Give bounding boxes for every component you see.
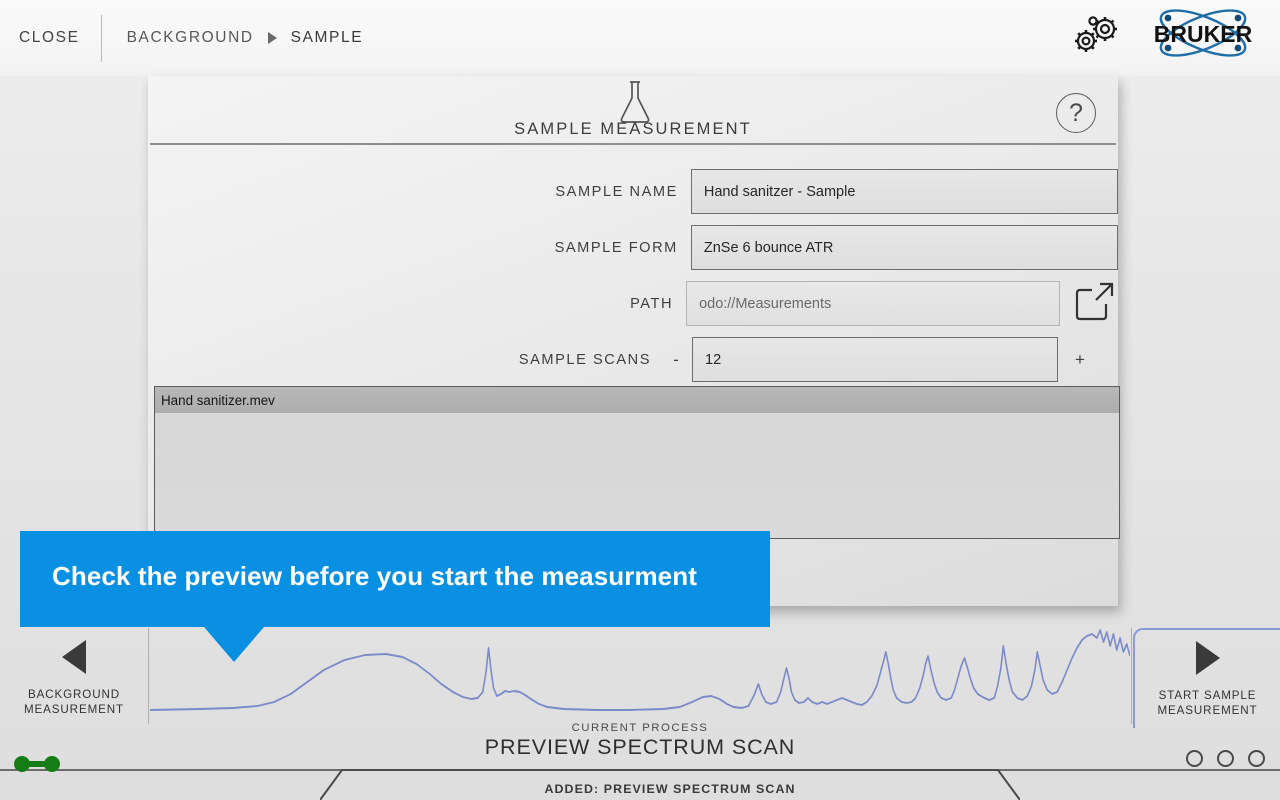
path-label: PATH xyxy=(148,296,686,312)
row-sample-scans: SAMPLE SCANS - 12 + xyxy=(148,336,1118,383)
sample-form-input[interactable]: ZnSe 6 bounce ATR xyxy=(691,225,1118,270)
row-sample-name: SAMPLE NAME Hand sanitzer - Sample xyxy=(148,168,1118,215)
current-process-value: PREVIEW SPECTRUM SCAN xyxy=(0,735,1280,760)
arrow-left-icon xyxy=(62,640,86,674)
spectrum-trace xyxy=(150,630,1130,710)
nav-divider-left xyxy=(148,628,149,724)
external-link-icon[interactable] xyxy=(1070,278,1118,329)
panel-header: SAMPLE MEASUREMENT ? xyxy=(148,76,1118,146)
play-icon xyxy=(1196,641,1220,675)
gears-icon[interactable] xyxy=(1071,14,1123,63)
start-sample-measurement-button[interactable]: START SAMPLE MEASUREMENT xyxy=(1133,628,1280,728)
top-bar-right: BRUKER xyxy=(1071,0,1280,76)
tooltip-text: Check the preview before you start the m… xyxy=(20,531,770,592)
current-process-block: CURRENT PROCESS PREVIEW SPECTRUM SCAN xyxy=(0,722,1280,760)
connection-status-icon[interactable] xyxy=(12,752,64,781)
list-item[interactable]: Hand sanitizer.mev xyxy=(155,387,1119,413)
row-path: PATH odo://Measurements xyxy=(148,280,1118,327)
page-dot-2[interactable] xyxy=(1217,750,1234,767)
breadcrumb: BACKGROUND SAMPLE xyxy=(127,29,364,47)
current-process-label: CURRENT PROCESS xyxy=(0,722,1280,734)
start-sample-measurement-label-line1: START SAMPLE xyxy=(1157,688,1257,703)
sample-name-label: SAMPLE NAME xyxy=(148,184,691,200)
page-indicator-dots xyxy=(1186,750,1265,767)
tooltip-callout[interactable]: Check the preview before you start the m… xyxy=(20,531,770,627)
scans-increment-button[interactable]: + xyxy=(1068,350,1092,370)
path-input[interactable]: odo://Measurements xyxy=(686,281,1060,326)
bruker-wordmark: BRUKER xyxy=(1154,21,1253,47)
background-measurement-button[interactable]: BACKGROUND MEASUREMENT xyxy=(0,628,148,728)
help-icon[interactable]: ? xyxy=(1056,93,1096,133)
nav-divider-right xyxy=(1131,628,1132,724)
start-sample-measurement-label: START SAMPLE MEASUREMENT xyxy=(1157,688,1257,718)
bruker-logo: BRUKER xyxy=(1141,6,1266,71)
background-measurement-label: BACKGROUND MEASUREMENT xyxy=(24,687,124,717)
start-sample-measurement-label-line2: MEASUREMENT xyxy=(1157,703,1257,718)
top-bar: CLOSE BACKGROUND SAMPLE xyxy=(0,0,1280,76)
close-button[interactable]: CLOSE xyxy=(19,29,80,47)
background-measurement-label-line2: MEASUREMENT xyxy=(24,702,124,717)
sample-form: SAMPLE NAME Hand sanitzer - Sample SAMPL… xyxy=(148,146,1118,383)
scans-decrement-button[interactable]: - xyxy=(664,350,688,370)
page-dot-1[interactable] xyxy=(1186,750,1203,767)
breadcrumb-item-sample[interactable]: SAMPLE xyxy=(291,29,364,47)
panel-title: SAMPLE MEASUREMENT xyxy=(148,120,1118,139)
measurement-file-list[interactable]: Hand sanitizer.mev xyxy=(154,386,1120,539)
sample-scans-label: SAMPLE SCANS xyxy=(148,352,664,368)
preview-spectrum-chart xyxy=(150,612,1130,724)
status-banner-text: ADDED: PREVIEW SPECTRUM SCAN xyxy=(320,782,1020,796)
header-divider xyxy=(150,143,1116,145)
sample-scans-input[interactable]: 12 xyxy=(692,337,1058,382)
page-dot-3[interactable] xyxy=(1248,750,1265,767)
sample-measurement-panel: SAMPLE MEASUREMENT ? SAMPLE NAME Hand sa… xyxy=(148,76,1118,606)
breadcrumb-item-background[interactable]: BACKGROUND xyxy=(127,29,254,47)
app-root: CLOSE BACKGROUND SAMPLE xyxy=(0,0,1280,800)
chevron-right-icon xyxy=(268,32,277,44)
background-measurement-label-line1: BACKGROUND xyxy=(24,687,124,702)
tooltip-tail-icon xyxy=(204,627,264,662)
sample-name-input[interactable]: Hand sanitzer - Sample xyxy=(691,169,1118,214)
sample-form-label: SAMPLE FORM xyxy=(148,240,691,256)
toolbar-divider xyxy=(101,15,102,62)
row-sample-form: SAMPLE FORM ZnSe 6 bounce ATR xyxy=(148,224,1118,271)
